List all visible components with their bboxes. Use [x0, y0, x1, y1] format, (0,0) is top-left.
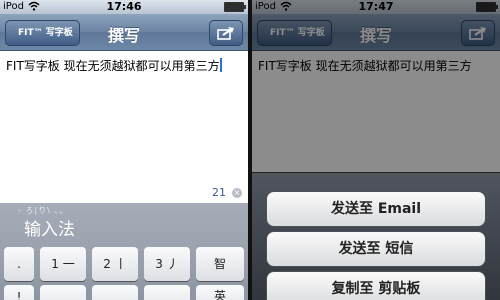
key-6[interactable] — [144, 285, 190, 300]
send-sms-button[interactable]: 发送至 短信 — [266, 231, 486, 267]
key-english[interactable]: 英 — [196, 285, 244, 300]
copy-clipboard-button[interactable]: 复制至 剪贴板 — [266, 271, 486, 300]
action-sheet: 发送至 Email 发送至 短信 复制至 剪贴板 — [252, 172, 500, 300]
share-button[interactable] — [209, 20, 243, 46]
ime-label: 输入法 — [24, 220, 75, 240]
key-3[interactable]: 3 丿 — [144, 247, 190, 281]
character-count: 21 — [212, 186, 226, 199]
key-5[interactable] — [92, 285, 138, 300]
status-bar: iPod 17:46 — [0, 0, 248, 14]
status-time: 17:46 — [106, 0, 142, 13]
editor-text: FIT写字板 现在无须越狱都可以用第三方 — [6, 59, 220, 73]
text-editor[interactable]: FIT写字板 现在无须越狱都可以用第三方 21 × — [0, 51, 248, 203]
compose-screen-right: iPod 17:47 FIT™ 写字板 撰写 FIT写字板 现在无须越狱都可以用… — [252, 0, 500, 300]
navigation-bar: FIT™ 写字板 撰写 — [0, 14, 248, 51]
share-icon — [217, 27, 234, 40]
key-1[interactable]: 1 一 — [40, 247, 86, 281]
key-4[interactable] — [40, 285, 86, 300]
clear-icon[interactable]: × — [232, 188, 242, 198]
key-2[interactable]: 2 丨 — [92, 247, 138, 281]
send-email-button[interactable]: 发送至 Email — [266, 191, 486, 227]
key-smart[interactable]: 智 — [196, 247, 244, 281]
key-period[interactable]: . — [4, 247, 34, 281]
key-exclaim[interactable]: ! — [4, 285, 34, 300]
input-method-panel: - ろ|り\ 、、 输入法 . 1 一 2 丨 3 丿 智 ! 英 — [0, 203, 248, 300]
battery-icon — [224, 2, 246, 12]
compose-screen-left: iPod 17:46 FIT™ 写字板 撰写 FIT写字板 现在无须越狱都可以用… — [0, 0, 248, 300]
text-cursor — [219, 58, 222, 72]
